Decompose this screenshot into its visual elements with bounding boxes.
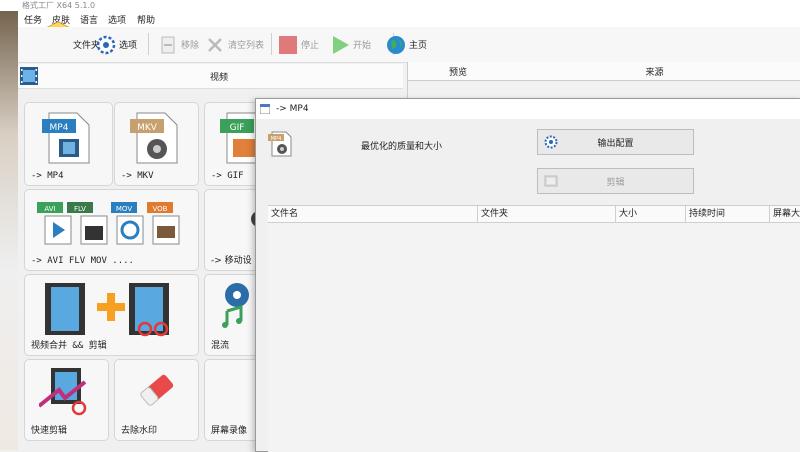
tile-label: -> 移动设 [211,256,252,266]
file-list[interactable]: 文件名 文件夹 大小 持续时间 屏幕大 [268,205,800,452]
category-label: 视频 [210,73,229,83]
clear-icon [208,37,222,52]
start-button[interactable]: 开始 [330,27,371,62]
menu-language[interactable]: 语言 [80,13,98,26]
gear-icon [96,35,116,54]
quality-label: 最优化的质量和大小 [361,142,443,152]
tile-label: 去除水印 [121,426,158,436]
clear-list-label: 清空列表 [228,41,265,51]
tile-label: 快速剪辑 [31,426,68,436]
merge-edit-icon [45,283,169,337]
output-settings-button[interactable]: 输出配置 [537,129,694,155]
mp4-file-icon: MP4 [42,112,90,164]
options-label: 选项 [119,41,138,51]
clear-list-button[interactable]: 清空列表 [205,27,264,62]
mkv-badge: MKV [137,123,158,133]
tile-label: -> GIF [211,171,244,181]
desktop-background [0,0,18,450]
menu-options[interactable]: 选项 [108,13,126,26]
play-icon [333,35,349,54]
dialog-title: -> MP4 [276,104,309,114]
toolbar-separator [148,33,149,55]
tile-label: 屏幕录像 [211,426,248,436]
stop-label: 停止 [301,41,320,51]
multi-format-icons: AVI FLV MOV VOB [37,202,180,245]
tile-label: -> AVI FLV MOV .... [31,256,134,266]
menu-help[interactable]: 帮助 [137,13,155,26]
remove-button[interactable]: 移除 [158,27,199,62]
mp4-badge: MP4 [50,123,69,133]
column-size[interactable]: 大小 [616,206,686,223]
mux-icon [222,283,249,328]
window-icon [260,104,270,114]
svg-text:MOV: MOV [116,205,132,213]
tile-label: 混流 [211,341,230,351]
home-label: 主页 [409,41,428,51]
tile-remove-watermark[interactable]: 去除水印 [114,359,199,441]
column-preview[interactable]: 预览 [408,62,509,81]
edit-button[interactable]: 剪辑 [537,168,694,194]
stop-button[interactable]: 停止 [278,27,319,62]
globe-icon [387,35,405,54]
column-folder[interactable]: 文件夹 [478,206,616,223]
menu-bar: 任务 皮肤 语言 选项 帮助 [18,11,800,27]
edit-label: 剪辑 [606,177,625,188]
toolbar-separator [271,33,272,55]
mkv-file-icon: MKV [130,112,178,164]
tile-label: -> MP4 [31,171,64,181]
svg-text:FLV: FLV [74,205,86,213]
tile-mkv[interactable]: MKV -> MKV [114,102,199,186]
film-icon [20,67,38,85]
column-filename[interactable]: 文件名 [268,206,478,223]
tile-quick-clip[interactable]: 快速剪辑 [24,359,109,441]
tile-label: 视频合并 && 剪辑 [31,341,107,351]
remove-label: 移除 [181,41,200,51]
options-button[interactable]: 选项 [96,27,137,62]
gif-badge: GIF [230,123,245,133]
remove-icon [161,36,175,53]
category-header-video[interactable]: 视频 [18,64,403,89]
svg-text:VOB: VOB [153,205,168,213]
svg-text:AVI: AVI [44,205,55,213]
tile-video-merge[interactable]: 视频合并 && 剪辑 [24,274,199,356]
column-screen-size[interactable]: 屏幕大 [770,206,800,223]
start-label: 开始 [353,41,372,51]
tile-avi-flv-mov[interactable]: AVI FLV MOV VOB -> AVI FLV MOV .... [24,189,199,271]
column-duration[interactable]: 持续时间 [686,206,770,223]
tile-label: -> MKV [121,171,154,181]
eraser-icon [140,374,174,406]
mp4-small-icon: MP4 [268,131,292,157]
mp4-dialog: -> MP4 MP4 最优化的质量和大小 输出配置 剪辑 文件名 文件夹 大小 … [255,98,800,452]
dialog-title-bar: -> MP4 [256,99,800,119]
toolbar: 文件夹 选项 移除 清空列表 停止 开始 主页 [18,27,800,63]
column-source[interactable]: 来源 [508,62,800,81]
quick-clip-icon [39,368,87,416]
home-button[interactable]: 主页 [386,27,427,62]
window-title: 格式工厂 X64 5.1.0 [22,1,96,10]
title-bar: 格式工厂 X64 5.1.0 [0,0,800,11]
output-settings-label: 输出配置 [597,138,634,149]
tile-mp4[interactable]: MP4 -> MP4 [24,102,113,186]
stop-icon [279,35,297,54]
svg-text:MP4: MP4 [271,136,282,142]
